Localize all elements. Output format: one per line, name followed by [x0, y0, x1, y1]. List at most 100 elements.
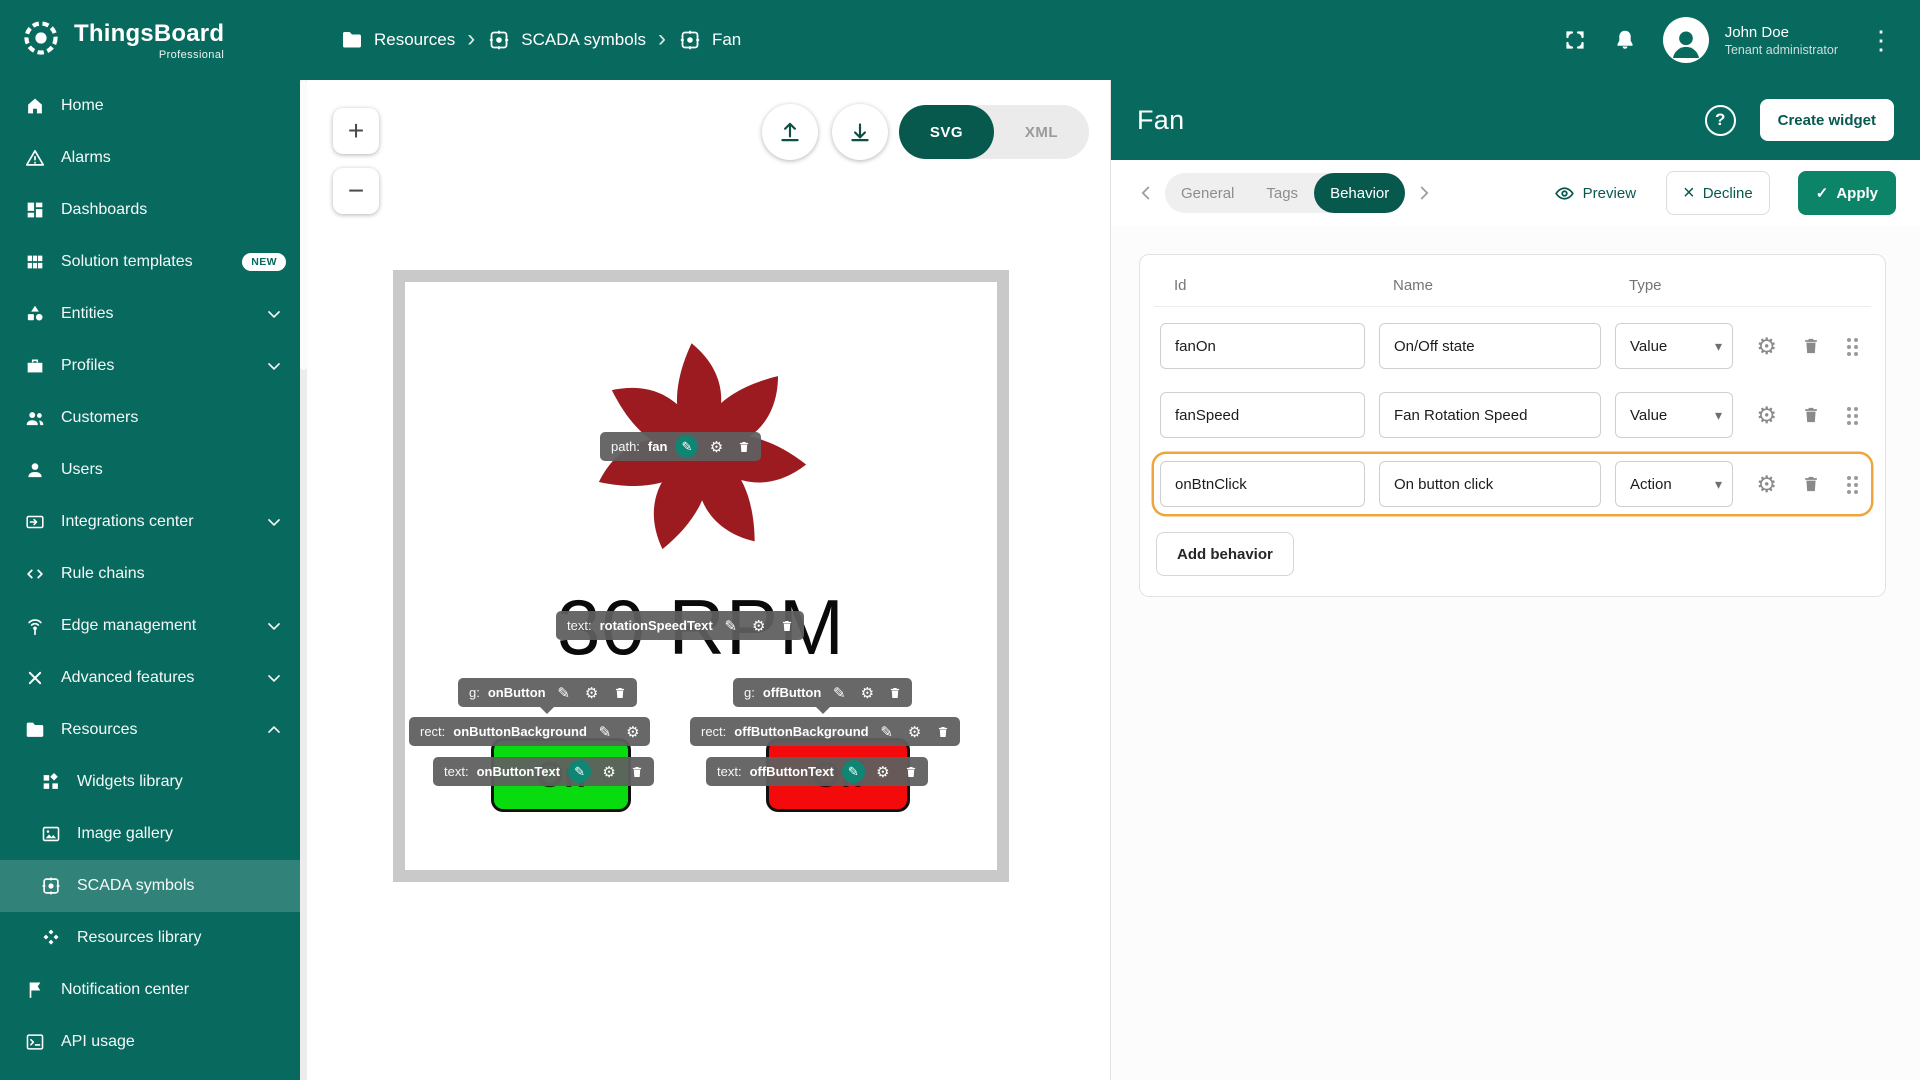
- bell-icon[interactable]: [1613, 28, 1637, 52]
- sidebar-item-integrations-center[interactable]: Integrations center: [0, 496, 300, 548]
- edit-icon[interactable]: ✎: [595, 722, 615, 742]
- sidebar-item-advanced-features[interactable]: Advanced features: [0, 652, 300, 704]
- breadcrumb-scada-symbols[interactable]: SCADA symbols: [487, 28, 646, 52]
- behavior-id-input[interactable]: [1160, 323, 1365, 369]
- drag-handle[interactable]: [1847, 407, 1851, 411]
- trash-icon[interactable]: [933, 722, 953, 742]
- page-title: Fan: [1137, 104, 1185, 135]
- behavior-name-input[interactable]: [1379, 392, 1601, 438]
- edit-icon[interactable]: ✎: [721, 616, 741, 636]
- fullscreen-icon[interactable]: [1563, 28, 1587, 52]
- tabs-scroll-left-icon[interactable]: [1135, 182, 1157, 204]
- sidebar-item-customers[interactable]: Customers: [0, 392, 300, 444]
- check-icon: ✓: [1815, 185, 1829, 202]
- sidebar-item-image-gallery[interactable]: Image gallery: [0, 808, 300, 860]
- kebab-menu-icon[interactable]: ⋮: [1864, 27, 1898, 53]
- breadcrumb-fan[interactable]: Fan: [678, 28, 741, 52]
- trash-icon[interactable]: [777, 616, 797, 636]
- edit-icon[interactable]: ✎: [877, 722, 897, 742]
- behavior-id-input[interactable]: [1160, 461, 1365, 507]
- help-icon[interactable]: ?: [1704, 104, 1736, 136]
- sidebar-item-profiles[interactable]: Profiles: [0, 340, 300, 392]
- sidebar-item-notification-center[interactable]: Notification center: [0, 964, 300, 1016]
- trash-icon[interactable]: [734, 437, 754, 457]
- sidebar-item-home[interactable]: Home: [0, 80, 300, 132]
- toggle-xml[interactable]: XML: [994, 105, 1089, 159]
- element-chip-off-button-background: rect: offButtonBackground ✎ ⚙: [690, 717, 960, 746]
- behavior-name-input[interactable]: [1379, 461, 1601, 507]
- sidebar-item-rule-chains[interactable]: Rule chains: [0, 548, 300, 600]
- trash-icon[interactable]: [885, 683, 905, 703]
- tab-behavior[interactable]: Behavior: [1314, 173, 1406, 213]
- edge-icon: [24, 615, 46, 637]
- upload-button[interactable]: [762, 104, 818, 160]
- sidebar-item-widgets-library[interactable]: Widgets library: [0, 756, 300, 808]
- sidebar-item-resources-library[interactable]: Resources library: [0, 912, 300, 964]
- tab-general[interactable]: General: [1165, 173, 1250, 213]
- toggle-svg[interactable]: SVG: [899, 105, 994, 159]
- gear-icon[interactable]: ⚙: [623, 722, 643, 742]
- gear-icon[interactable]: ⚙: [706, 437, 726, 457]
- sidebar-item-label: API usage: [61, 1033, 135, 1050]
- breadcrumb-label: Fan: [711, 30, 742, 49]
- trash-icon[interactable]: [1801, 405, 1821, 425]
- gear-icon[interactable]: ⚙: [857, 683, 877, 703]
- trash-icon[interactable]: [1801, 474, 1821, 494]
- breadcrumb-resources[interactable]: Resources: [340, 28, 455, 52]
- brand-edition: Professional: [158, 48, 225, 61]
- gear-icon[interactable]: ⚙: [905, 722, 925, 742]
- sidebar-item-scada-symbols[interactable]: SCADA symbols: [0, 860, 300, 912]
- behavior-type-select[interactable]: Value ▾: [1615, 323, 1733, 369]
- sidebar-item-white-labeling[interactable]: White labeling: [0, 1068, 300, 1080]
- chevron-up-icon: [264, 720, 284, 740]
- apply-button[interactable]: ✓ Apply: [1797, 171, 1896, 215]
- tabs-scroll-right-icon[interactable]: [1413, 182, 1435, 204]
- behavior-type-select[interactable]: Value ▾: [1615, 392, 1733, 438]
- edit-icon[interactable]: ✎: [568, 760, 592, 783]
- download-button[interactable]: [832, 104, 888, 160]
- trash-icon[interactable]: [610, 683, 630, 703]
- sidebar-item-api-usage[interactable]: API usage: [0, 1016, 300, 1068]
- gear-icon[interactable]: ⚙: [1756, 334, 1777, 358]
- trash-icon[interactable]: [627, 762, 647, 782]
- sidebar-item-edge-management[interactable]: Edge management: [0, 600, 300, 652]
- table-row: Value ▾ ⚙: [1154, 316, 1871, 376]
- zoom-in-button[interactable]: +: [333, 108, 379, 154]
- avatar[interactable]: [1662, 17, 1709, 63]
- tab-tags[interactable]: Tags: [1250, 173, 1314, 213]
- table-row: Value ▾ ⚙: [1154, 385, 1871, 445]
- add-behavior-button[interactable]: Add behavior: [1156, 532, 1294, 576]
- sidebar-item-label: Resources: [61, 721, 138, 738]
- preview-button[interactable]: Preview: [1554, 183, 1636, 204]
- behavior-type-select[interactable]: Action ▾: [1615, 461, 1733, 507]
- sidebar-scrollbar-thumb[interactable]: [300, 80, 307, 370]
- sidebar-item-alarms[interactable]: Alarms: [0, 132, 300, 184]
- decline-button[interactable]: × Decline: [1666, 171, 1770, 215]
- trash-icon[interactable]: [1801, 336, 1821, 356]
- sidebar-item-users[interactable]: Users: [0, 444, 300, 496]
- sidebar-item-entities[interactable]: Entities: [0, 288, 300, 340]
- sidebar-item-label: Edge management: [61, 617, 197, 634]
- edit-icon[interactable]: ✎: [554, 683, 574, 703]
- gear-icon[interactable]: ⚙: [582, 683, 602, 703]
- behavior-name-input[interactable]: [1379, 323, 1601, 369]
- sidebar-item-dashboards[interactable]: Dashboards: [0, 184, 300, 236]
- sidebar-scrollbar[interactable]: [300, 80, 307, 1080]
- edit-icon[interactable]: ✎: [675, 435, 699, 458]
- gear-icon[interactable]: ⚙: [1756, 403, 1777, 427]
- gear-icon[interactable]: ⚙: [599, 762, 619, 782]
- sidebar-item-resources[interactable]: Resources: [0, 704, 300, 756]
- edit-icon[interactable]: ✎: [829, 683, 849, 703]
- zoom-out-button[interactable]: −: [333, 168, 379, 214]
- brand-logo[interactable]: ThingsBoard Professional: [0, 0, 300, 80]
- edit-icon[interactable]: ✎: [841, 760, 865, 783]
- trash-icon[interactable]: [901, 762, 921, 782]
- behavior-id-input[interactable]: [1160, 392, 1365, 438]
- drag-handle[interactable]: [1847, 338, 1851, 342]
- sidebar-item-solution-templates[interactable]: Solution templates NEW: [0, 236, 300, 288]
- drag-handle[interactable]: [1847, 476, 1851, 480]
- gear-icon[interactable]: ⚙: [873, 762, 893, 782]
- gear-icon[interactable]: ⚙: [1756, 472, 1777, 496]
- create-widget-button[interactable]: Create widget: [1759, 99, 1894, 141]
- gear-icon[interactable]: ⚙: [749, 616, 769, 636]
